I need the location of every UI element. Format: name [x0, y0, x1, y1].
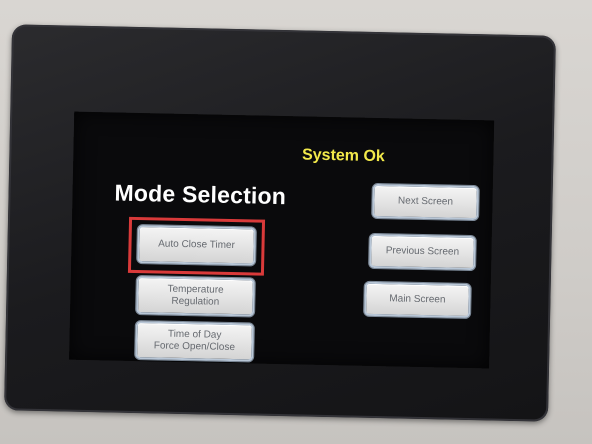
auto-close-timer-label: Auto Close Timer: [158, 238, 235, 252]
time-of-day-force-button[interactable]: Time of Day Force Open/Close: [135, 321, 254, 362]
time-of-day-force-label: Time of Day Force Open/Close: [153, 328, 236, 354]
next-screen-label: Next Screen: [397, 195, 454, 208]
temperature-regulation-label: Temperature Regulation: [167, 283, 224, 308]
page-title: Mode Selection: [114, 179, 287, 210]
auto-close-timer-button[interactable]: Auto Close Timer: [137, 225, 256, 266]
touch-screen: System Ok Mode Selection Auto Close Time…: [69, 111, 495, 369]
next-screen-button[interactable]: Next Screen: [372, 183, 479, 221]
main-screen-label: Main Screen: [389, 293, 446, 306]
previous-screen-button[interactable]: Previous Screen: [369, 233, 476, 271]
previous-screen-label: Previous Screen: [385, 245, 460, 258]
main-screen-button[interactable]: Main Screen: [364, 281, 471, 319]
device-bezel: System Ok Mode Selection Auto Close Time…: [4, 24, 556, 422]
temperature-regulation-button[interactable]: Temperature Regulation: [136, 276, 255, 317]
status-text: System Ok: [301, 146, 385, 166]
